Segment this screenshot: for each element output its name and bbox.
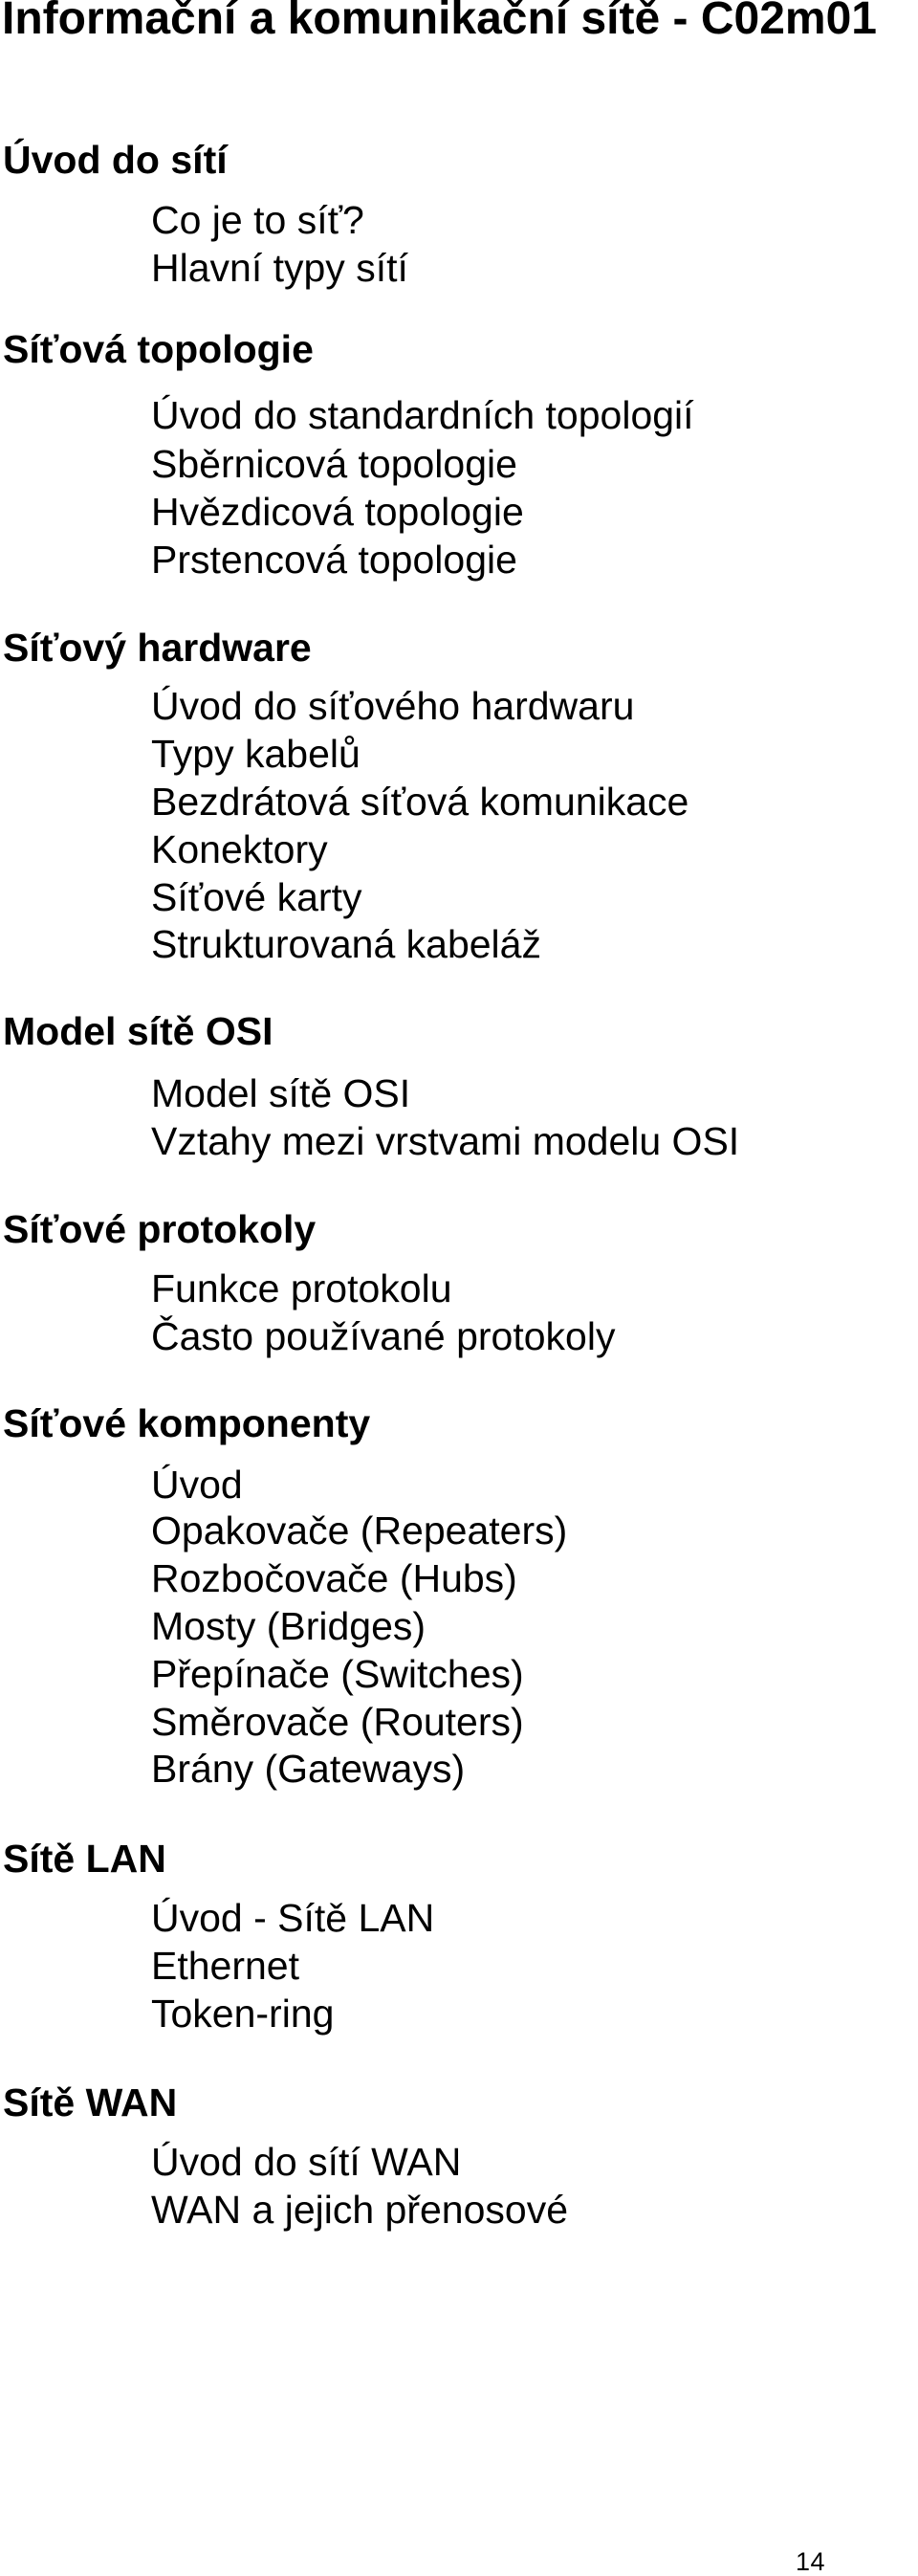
toc-item: Funkce protokolu bbox=[151, 1266, 452, 1310]
toc-item: Směrovače (Routers) bbox=[151, 1700, 524, 1744]
section-heading: Síťové komponenty bbox=[3, 1401, 371, 1445]
section-heading: Síťový hardware bbox=[3, 626, 312, 670]
toc-item: Úvod - Sítě LAN bbox=[151, 1896, 435, 1940]
toc-item: Úvod do standardních topologií bbox=[151, 393, 694, 437]
page-number: 14 bbox=[796, 2547, 826, 2576]
section-heading: Model sítě OSI bbox=[3, 1009, 273, 1053]
toc-item: Síťové karty bbox=[151, 875, 362, 919]
toc-item: Co je to síť? bbox=[151, 198, 364, 242]
section-heading: Sítě LAN bbox=[3, 1837, 166, 1881]
toc-item: Vztahy mezi vrstvami modelu OSI bbox=[151, 1119, 740, 1163]
toc-item: Často používané protokoly bbox=[151, 1314, 616, 1358]
toc-item: Hvězdicová topologie bbox=[151, 490, 524, 534]
toc-item: Úvod bbox=[151, 1463, 243, 1507]
toc-item: Bezdrátová síťová komunikace bbox=[151, 780, 689, 824]
toc-item: Token-ring bbox=[151, 1992, 335, 2036]
toc-item: Hlavní typy sítí bbox=[151, 246, 408, 290]
toc-item: Opakovače (Repeaters) bbox=[151, 1508, 568, 1552]
section-heading: Sítě WAN bbox=[3, 2081, 178, 2125]
toc-item: Typy kabelů bbox=[151, 732, 361, 776]
toc-item: Úvod do sítí WAN bbox=[151, 2140, 462, 2184]
toc-item: Mosty (Bridges) bbox=[151, 1604, 426, 1648]
toc-item: Model sítě OSI bbox=[151, 1071, 411, 1115]
toc-item: Úvod do síťového hardwaru bbox=[151, 684, 635, 728]
section-heading: Síťová topologie bbox=[3, 327, 314, 371]
section-heading: Úvod do sítí bbox=[3, 138, 228, 182]
toc-item: Strukturovaná kabeláž bbox=[151, 922, 541, 966]
toc-item: Rozbočovače (Hubs) bbox=[151, 1556, 517, 1600]
toc-item: Sběrnicová topologie bbox=[151, 442, 517, 486]
toc-item: Ethernet bbox=[151, 1944, 299, 1988]
section-heading: Síťové protokoly bbox=[3, 1207, 317, 1251]
toc-item: Prstencová topologie bbox=[151, 538, 517, 582]
toc-item: Brány (Gateways) bbox=[151, 1747, 466, 1791]
document-title: Informační a komunikační sítě - C02m01 bbox=[2, 0, 877, 44]
toc-item: Přepínače (Switches) bbox=[151, 1652, 524, 1696]
toc-item: WAN a jejich přenosové bbox=[151, 2188, 569, 2232]
toc-item: Konektory bbox=[151, 827, 328, 871]
